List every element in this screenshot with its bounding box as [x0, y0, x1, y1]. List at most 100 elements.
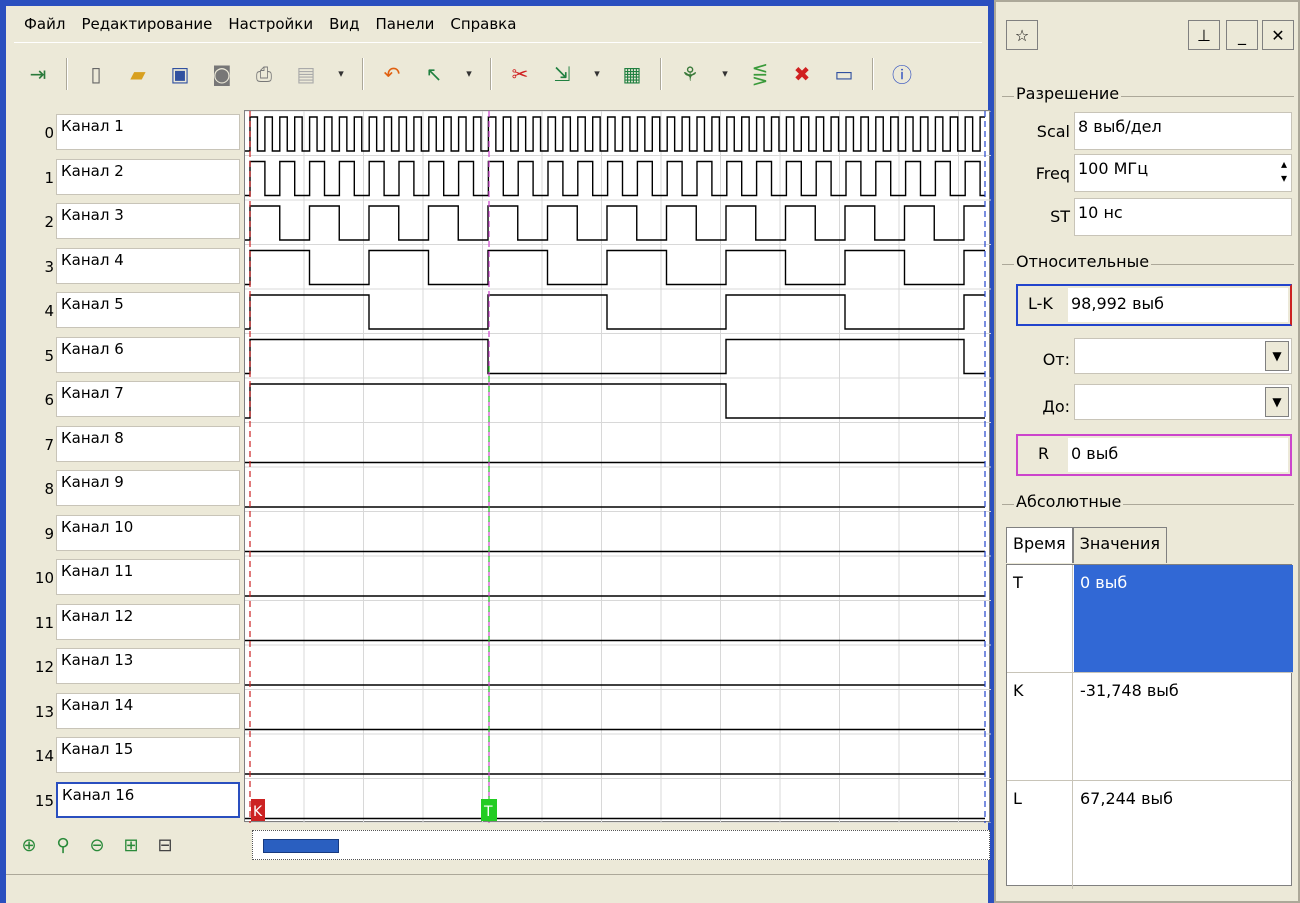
dropdown-arrow-icon[interactable]: ▾ — [718, 60, 732, 88]
toolbar-separator — [660, 57, 662, 90]
dropdown-arrow-icon[interactable]: ▼ — [1265, 387, 1289, 417]
dropdown-arrow-icon[interactable]: ▾ — [462, 60, 476, 88]
freq-spinner[interactable]: 100 МГц ▴ ▾ — [1074, 154, 1292, 192]
print-icon[interactable]: ⎙ — [250, 60, 278, 88]
channel-row[interactable]: 1 Канал 2 — [6, 155, 244, 199]
channel-name-field[interactable]: Канал 12 — [56, 603, 240, 640]
gray-print-icon[interactable]: ▤ — [292, 60, 320, 88]
menu-view[interactable]: Вид — [329, 15, 359, 33]
toolbar-separator — [490, 57, 492, 90]
cut-icon[interactable]: ✂ — [506, 60, 534, 88]
r-label: R — [1038, 444, 1050, 463]
horizontal-scrollbar[interactable] — [252, 830, 990, 860]
from-combo[interactable]: ▼ — [1074, 338, 1292, 374]
scal-label: Scal — [1036, 122, 1070, 141]
table-row[interactable]: L 67,244 выб — [1007, 781, 1293, 889]
zoom-fit-icon[interactable]: ⊞ — [116, 830, 146, 860]
menu-panels[interactable]: Панели — [376, 15, 435, 33]
channel-row[interactable]: 3 Канал 4 — [6, 244, 244, 288]
signal-trace — [245, 249, 985, 286]
scal-field[interactable]: 8 выб/дел — [1074, 112, 1292, 150]
oscilloscope-icon[interactable]: ▦ — [618, 60, 646, 88]
to-combo[interactable]: ▼ — [1074, 384, 1292, 420]
channel-row[interactable]: 10 Канал 11 — [6, 555, 244, 599]
channel-name-field[interactable]: Канал 8 — [56, 425, 240, 462]
channel-name-field[interactable]: Канал 6 — [56, 336, 240, 373]
close-icon[interactable]: ✕ — [1262, 20, 1294, 50]
insert-icon[interactable]: ⇲ — [548, 60, 576, 88]
channel-row[interactable]: 9 Канал 10 — [6, 511, 244, 555]
table-row[interactable]: T 0 выб — [1007, 565, 1293, 673]
camera-icon[interactable]: ◙ — [208, 60, 236, 88]
measurement-panel: ☆ ⊥ _ ✕ Разрешение Scal 8 выб/дел Freq 1… — [994, 0, 1300, 903]
undo-icon[interactable]: ↶ — [378, 60, 406, 88]
pin-icon[interactable]: ☆ — [1006, 20, 1038, 50]
wizard-icon[interactable]: ⚘ — [676, 60, 704, 88]
channel-row[interactable]: 6 Канал 7 — [6, 377, 244, 421]
st-field[interactable]: 10 нс — [1074, 198, 1292, 236]
toolbar-separator — [872, 57, 874, 90]
app-window: Файл Редактирование Настройки Вид Панели… — [0, 0, 1300, 903]
minimize-icon[interactable]: _ — [1226, 20, 1258, 50]
tab-values[interactable]: Значения — [1072, 527, 1167, 563]
channel-name-field[interactable]: Канал 1 — [56, 114, 240, 150]
menu-help[interactable]: Справка — [450, 15, 516, 33]
channel-name-field[interactable]: Канал 10 — [56, 514, 240, 551]
freq-label: Freq — [1035, 164, 1070, 183]
channel-name-field[interactable]: Канал 2 — [56, 158, 240, 195]
open-icon[interactable]: ▰ — [124, 60, 152, 88]
channel-name-field[interactable]: Канал 7 — [56, 381, 240, 417]
panel-icon[interactable]: ▭ — [830, 60, 858, 88]
channel-row[interactable]: 8 Канал 9 — [6, 466, 244, 510]
spin-arrows-icon[interactable]: ▴ ▾ — [1281, 157, 1287, 185]
channel-row[interactable]: 4 Канал 5 — [6, 288, 244, 332]
channel-row[interactable]: 13 Канал 14 — [6, 689, 244, 733]
channel-name-field[interactable]: Канал 4 — [56, 247, 240, 284]
channel-name-field[interactable]: Канал 14 — [56, 692, 240, 729]
waveform-view[interactable]: KT — [244, 110, 991, 823]
delete-icon[interactable]: ✖ — [788, 60, 816, 88]
zoom-in-icon[interactable]: ⊕ — [14, 830, 44, 860]
zoom-range-icon[interactable]: ⊟ — [150, 830, 180, 860]
menu-settings[interactable]: Настройки — [228, 15, 313, 33]
menu-file[interactable]: Файл — [24, 15, 65, 33]
exit-icon[interactable]: ⇥ — [24, 60, 52, 88]
channel-row[interactable]: 15 Канал 16 — [6, 778, 244, 822]
info-icon[interactable]: ⓘ — [888, 60, 916, 88]
channel-number: 1 — [44, 168, 54, 187]
channel-row[interactable]: 14 Канал 15 — [6, 733, 244, 777]
table-row[interactable]: K -31,748 выб — [1007, 673, 1293, 781]
channel-name-field[interactable]: Канал 9 — [56, 470, 240, 506]
channel-name-field[interactable]: Канал 16 — [56, 781, 240, 818]
channel-name-field[interactable]: Канал 3 — [56, 203, 240, 239]
channel-row[interactable]: 7 Канал 8 — [6, 422, 244, 466]
restore-icon[interactable]: ⊥ — [1188, 20, 1220, 50]
st-label: ST — [1050, 207, 1070, 226]
channel-name-field[interactable]: Канал 11 — [56, 559, 240, 595]
merge-icon[interactable]: ⋚ — [746, 60, 774, 88]
dropdown-arrow-icon[interactable]: ▾ — [590, 60, 604, 88]
channel-name-field[interactable]: Канал 15 — [56, 737, 240, 773]
channel-row[interactable]: 0 Канал 1 — [6, 110, 244, 154]
zoom-icon[interactable]: ⚲ — [48, 830, 78, 860]
channel-row[interactable]: 11 Канал 12 — [6, 600, 244, 644]
from-label: От: — [1042, 350, 1070, 369]
menu-edit[interactable]: Редактирование — [81, 15, 212, 33]
channel-row[interactable]: 5 Канал 6 — [6, 333, 244, 377]
channel-name-field[interactable]: Канал 5 — [56, 292, 240, 328]
channel-row[interactable]: 2 Канал 3 — [6, 199, 244, 243]
channel-row[interactable]: 12 Канал 13 — [6, 644, 244, 688]
dropdown-arrow-icon[interactable]: ▼ — [1265, 341, 1289, 371]
signal-trace — [245, 383, 985, 419]
save-icon[interactable]: ▣ — [166, 60, 194, 88]
row-value: 67,244 выб — [1080, 789, 1173, 808]
cursor-icon[interactable]: ↖ — [420, 60, 448, 88]
to-label: До: — [1042, 397, 1070, 416]
tab-time[interactable]: Время — [1006, 527, 1073, 563]
zoom-out-icon[interactable]: ⊖ — [82, 830, 112, 860]
new-icon[interactable]: ▯ — [82, 60, 110, 88]
channel-name-field[interactable]: Канал 13 — [56, 648, 240, 684]
channel-number: 6 — [44, 391, 54, 409]
dropdown-arrow-icon[interactable]: ▾ — [334, 60, 348, 88]
scrollbar-thumb[interactable] — [263, 839, 339, 853]
